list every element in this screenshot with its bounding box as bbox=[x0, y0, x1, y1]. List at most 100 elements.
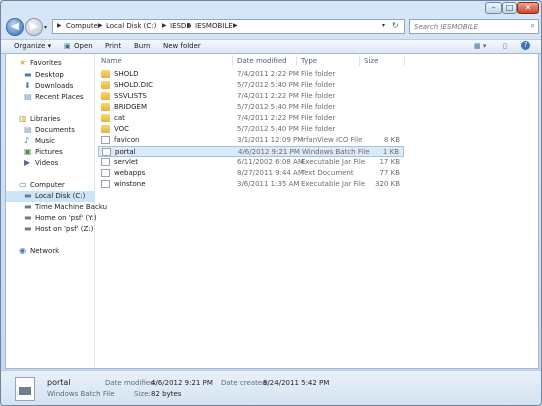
file-date-modified: 5/7/2012 5:40 PM bbox=[237, 81, 299, 89]
file-type: File folder bbox=[301, 114, 336, 122]
open-button[interactable]: Open bbox=[74, 42, 93, 50]
file-type: Executable Jar File bbox=[301, 158, 366, 166]
desktop-icon: ▬ bbox=[24, 70, 32, 79]
file-row[interactable]: cat 7/4/2011 2:22 PM File folder bbox=[98, 113, 404, 124]
sidebar-label: Videos bbox=[35, 159, 59, 167]
sidebar-label: Pictures bbox=[35, 148, 63, 156]
view-options-icon[interactable]: ▦ ▾ bbox=[474, 42, 486, 50]
column-header-date[interactable]: Date modified bbox=[237, 57, 287, 65]
sidebar-item-downloads[interactable]: ⬇ Downloads bbox=[6, 81, 94, 92]
sidebar-label: Network bbox=[30, 247, 60, 255]
back-button[interactable]: ◀ bbox=[6, 18, 24, 36]
file-type: File folder bbox=[301, 103, 336, 111]
search-box[interactable]: ⌕ bbox=[409, 19, 539, 34]
libraries-icon: ▥ bbox=[19, 114, 27, 123]
column-header-size[interactable]: Size bbox=[364, 57, 378, 65]
file-row[interactable]: webapps 8/27/2011 9:44 AM Text Document 77 … bbox=[98, 168, 404, 179]
file-type: File folder bbox=[301, 125, 336, 133]
file-size: 320 KB bbox=[375, 180, 400, 188]
sidebar-item-time-machine[interactable]: ▬ Time Machine Backu bbox=[6, 202, 107, 213]
preview-pane-icon[interactable]: ▯ bbox=[503, 42, 507, 50]
detail-size: 82 bytes bbox=[151, 390, 182, 398]
file-name: webapps bbox=[114, 169, 146, 177]
file-type: File folder bbox=[301, 81, 336, 89]
folder-icon bbox=[101, 125, 110, 133]
column-divider[interactable] bbox=[232, 55, 233, 66]
file-icon bbox=[101, 180, 110, 188]
file-row[interactable]: VOC 5/7/2012 5:40 PM File folder bbox=[98, 124, 404, 135]
column-divider[interactable] bbox=[404, 55, 405, 66]
computer-icon: ▭ bbox=[19, 180, 27, 189]
file-name: BRIDGEM bbox=[114, 103, 148, 111]
detail-date-modified-label: Date modified: bbox=[105, 379, 157, 387]
forward-button[interactable]: ▶ bbox=[25, 18, 43, 36]
file-row[interactable]: winstone 3/6/2011 1:35 AM Executable Jar F… bbox=[98, 179, 404, 190]
close-button[interactable]: ✕ bbox=[517, 2, 539, 14]
open-icon: ▣ bbox=[64, 42, 71, 50]
sidebar-item-desktop[interactable]: ▬ Desktop bbox=[6, 70, 94, 81]
file-row[interactable]: servlet 6/11/2002 6:08 AM Executable Jar F… bbox=[98, 157, 404, 168]
sidebar-network[interactable]: ◉ Network bbox=[6, 246, 94, 257]
sidebar-label: Music bbox=[35, 137, 55, 145]
file-row[interactable]: BRIDGEM 5/7/2012 5:40 PM File folder bbox=[98, 102, 404, 113]
column-divider[interactable] bbox=[359, 55, 360, 66]
column-divider[interactable] bbox=[296, 55, 297, 66]
file-name: SSVLISTS bbox=[114, 92, 147, 100]
star-icon: ★ bbox=[19, 58, 27, 67]
chevron-down-icon[interactable]: ▾ bbox=[382, 22, 385, 29]
sidebar-item-recent-places[interactable]: ▤ Recent Places bbox=[6, 92, 94, 103]
sidebar-item-host-psf[interactable]: ▬ Host on 'psf' (Z:) bbox=[6, 224, 94, 235]
file-type: Text Document bbox=[301, 169, 354, 177]
sidebar-item-local-disk[interactable]: ▬ Local Disk (C:) bbox=[6, 191, 94, 202]
file-date-modified: 7/4/2011 2:22 PM bbox=[237, 92, 299, 100]
file-icon bbox=[101, 158, 110, 166]
organize-button[interactable]: Organize ▾ bbox=[14, 42, 51, 50]
file-list: Name Date modified Type Size SHOLD 7/4/20… bbox=[94, 54, 538, 368]
sidebar-item-documents[interactable]: ▤ Documents bbox=[6, 125, 94, 136]
search-input[interactable] bbox=[410, 20, 524, 33]
file-row[interactable]: favicon 3/1/2011 12:09 PM IrfanView ICO Fi… bbox=[98, 135, 404, 146]
folder-icon: ▶ bbox=[57, 22, 62, 29]
network-icon: ◉ bbox=[19, 246, 26, 255]
sidebar-item-pictures[interactable]: ▣ Pictures bbox=[6, 147, 94, 158]
file-row[interactable]: SSVLISTS 7/4/2011 2:22 PM File folder bbox=[98, 91, 404, 102]
file-type: File folder bbox=[301, 70, 336, 78]
chevron-right-icon: ▶ bbox=[187, 22, 192, 29]
refresh-icon[interactable]: ↻ bbox=[392, 21, 399, 30]
downloads-icon: ⬇ bbox=[24, 81, 31, 90]
file-size: 77 KB bbox=[379, 169, 400, 177]
address-bar[interactable]: ▶ Computer ▶ Local Disk (C:) ▶ IESDB ▶ I… bbox=[52, 19, 405, 34]
minimize-button[interactable]: – bbox=[485, 2, 502, 14]
sidebar-item-music[interactable]: ♪ Music bbox=[6, 136, 94, 147]
file-date-modified: 5/7/2012 5:40 PM bbox=[237, 103, 299, 111]
sidebar-item-videos[interactable]: ▶ Videos bbox=[6, 158, 94, 169]
maximize-button[interactable]: □ bbox=[502, 2, 517, 14]
file-row[interactable]: portal 4/6/2012 9:21 PM Windows Batch File… bbox=[98, 146, 404, 157]
file-row[interactable]: SHOLD.DIC 5/7/2012 5:40 PM File folder bbox=[98, 80, 404, 91]
file-type: IrfanView ICO File bbox=[301, 136, 363, 144]
column-header-name[interactable]: Name bbox=[101, 57, 122, 65]
sidebar-computer[interactable]: ▭ Computer bbox=[6, 180, 94, 191]
recent-pages-chevron-icon[interactable]: ▾ bbox=[44, 24, 47, 31]
sidebar-label: Desktop bbox=[35, 71, 64, 79]
new-folder-button[interactable]: New folder bbox=[163, 42, 201, 50]
file-name: cat bbox=[114, 114, 125, 122]
sidebar-item-home-psf[interactable]: ▬ Home on 'psf' (Y:) bbox=[6, 213, 97, 224]
navigation-pane: ★ Favorites ▬ Desktop ⬇ Downloads ▤ Rece… bbox=[6, 54, 107, 368]
content-area: ★ Favorites ▬ Desktop ⬇ Downloads ▤ Rece… bbox=[5, 53, 539, 369]
file-date-modified: 4/6/2012 9:21 PM bbox=[238, 148, 300, 156]
breadcrumb-local-disk[interactable]: Local Disk (C:) bbox=[106, 22, 156, 30]
breadcrumb-computer[interactable]: Computer bbox=[66, 22, 101, 30]
search-icon[interactable]: ⌕ bbox=[531, 21, 535, 31]
chevron-right-icon: ▶ bbox=[162, 22, 167, 29]
column-header-type[interactable]: Type bbox=[301, 57, 317, 65]
file-date-modified: 7/4/2011 2:22 PM bbox=[237, 114, 299, 122]
burn-button[interactable]: Burn bbox=[134, 42, 150, 50]
file-row[interactable]: SHOLD 7/4/2011 2:22 PM File folder bbox=[98, 69, 404, 80]
breadcrumb-iesmobile[interactable]: IESMOBILE bbox=[195, 22, 233, 30]
print-button[interactable]: Print bbox=[105, 42, 121, 50]
help-icon[interactable]: ? bbox=[521, 41, 530, 50]
file-name: SHOLD bbox=[114, 70, 139, 78]
sidebar-favorites[interactable]: ★ Favorites bbox=[6, 58, 94, 69]
sidebar-libraries[interactable]: ▥ Libraries bbox=[6, 114, 94, 125]
